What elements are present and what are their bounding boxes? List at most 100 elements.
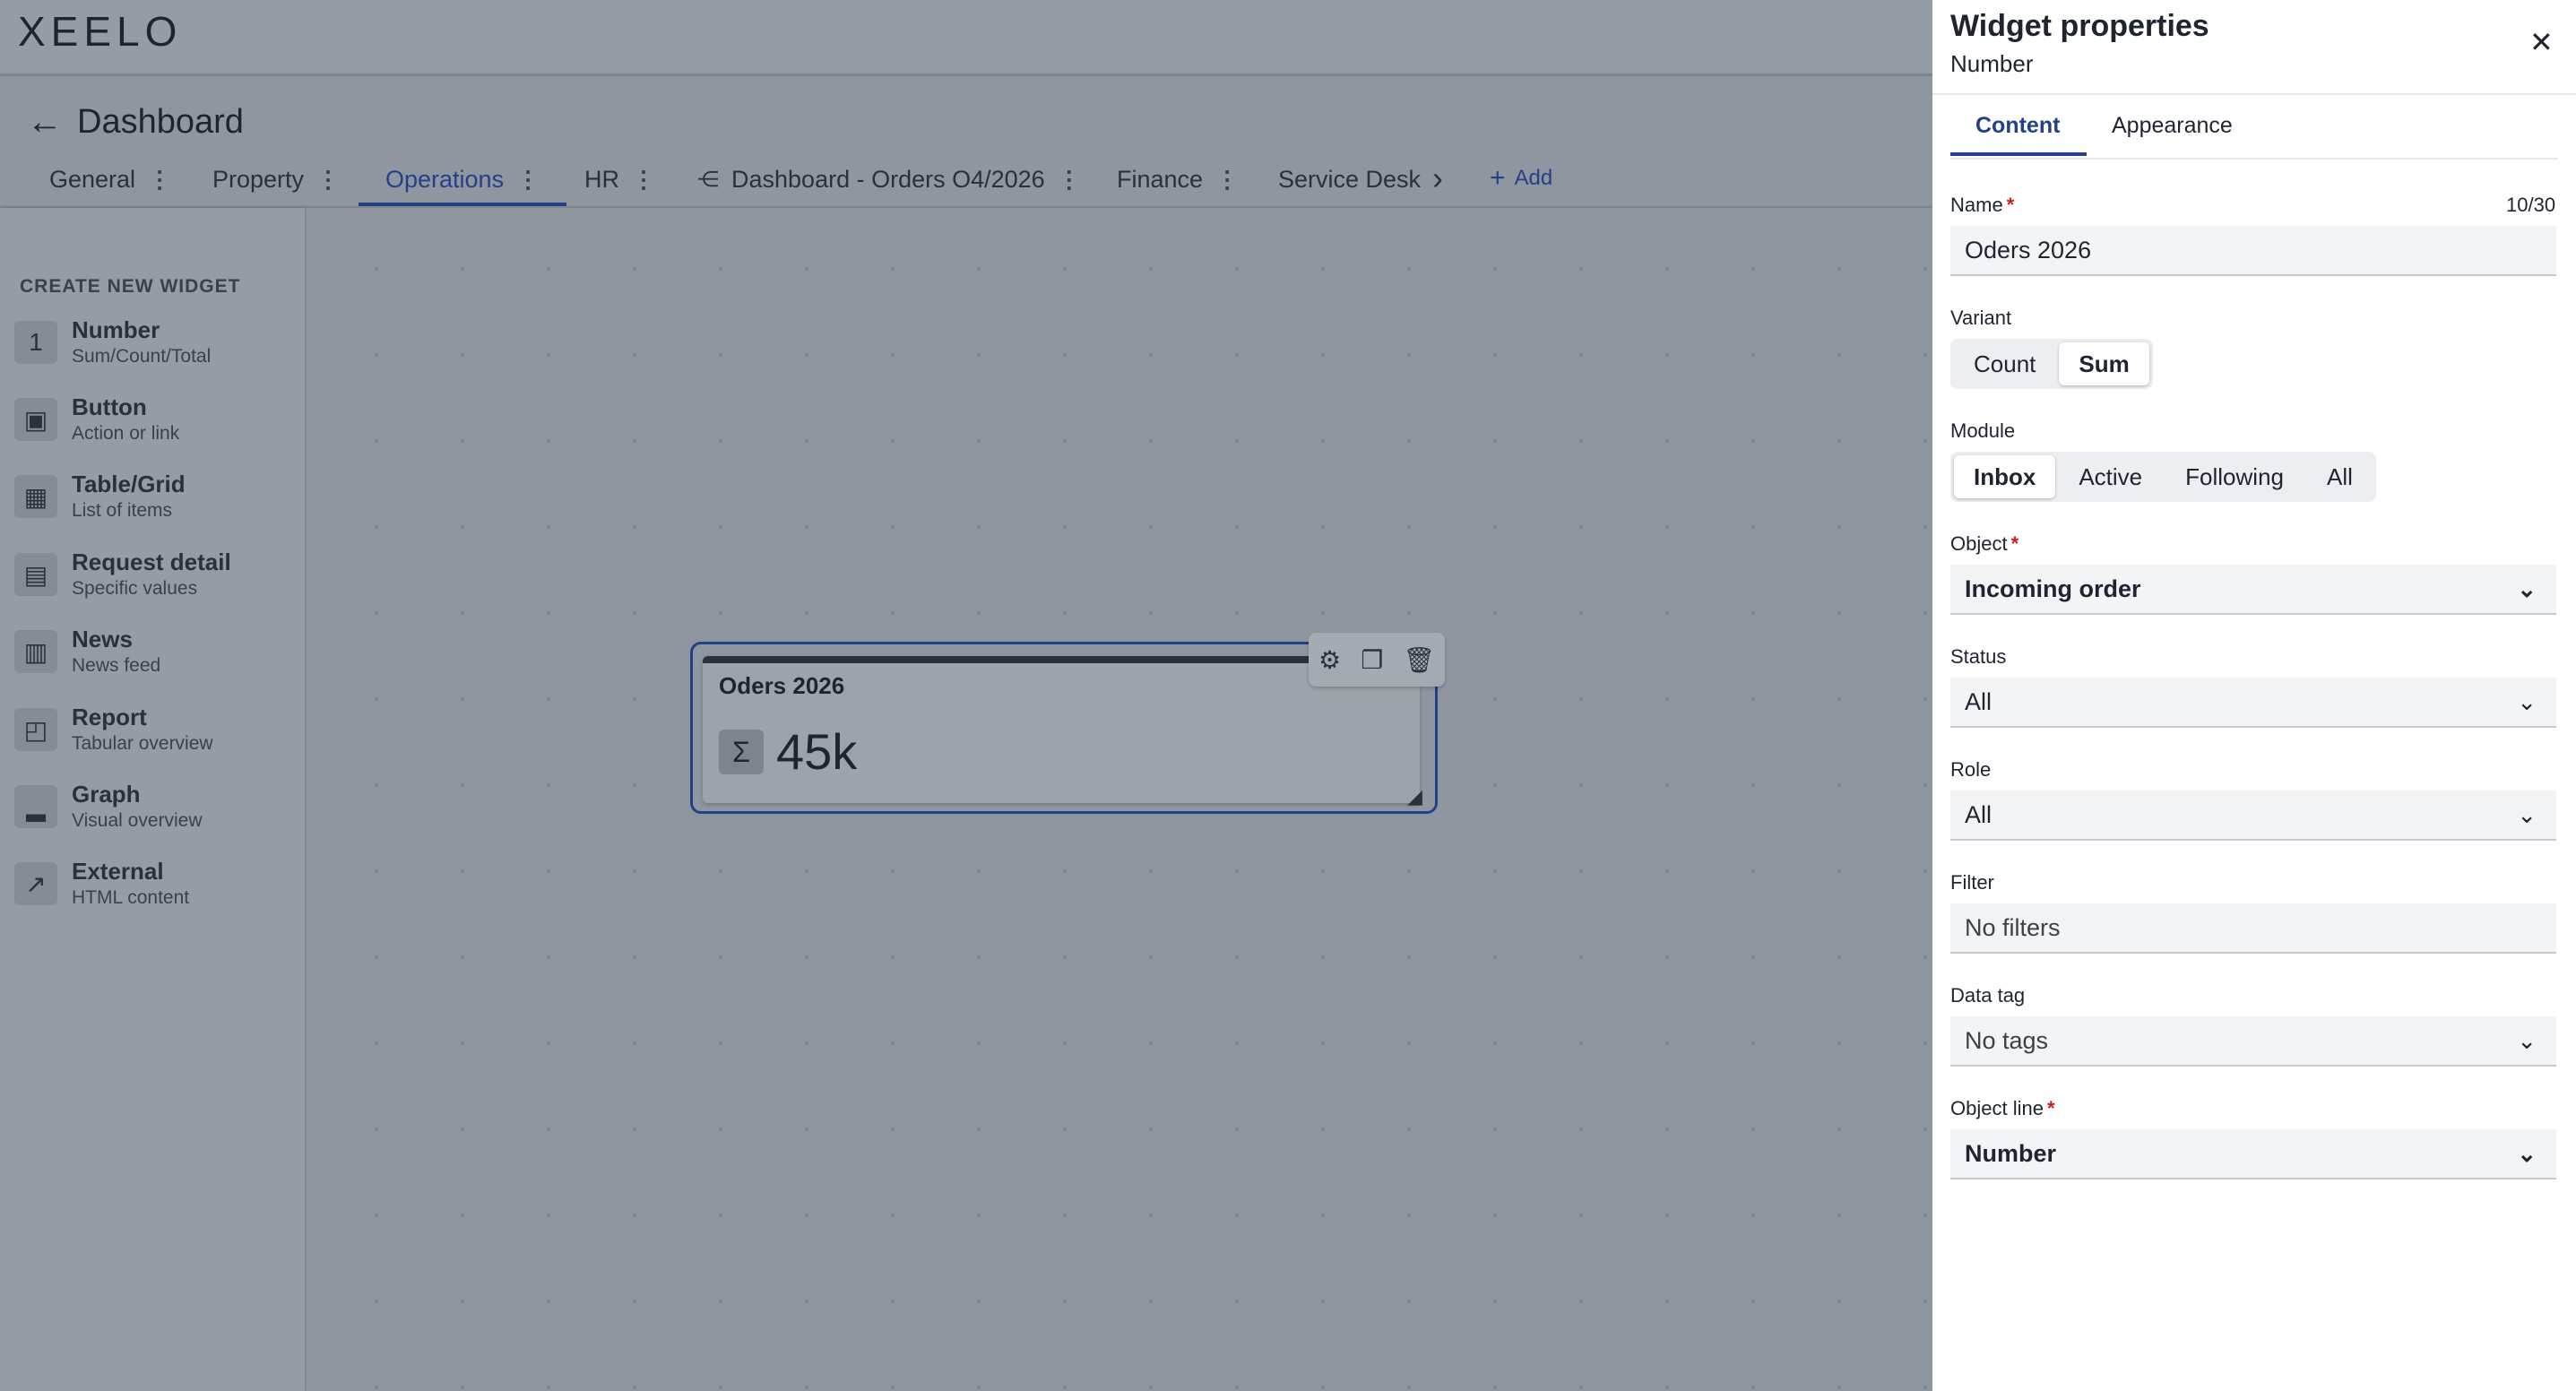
object-label: Object * [1950,532,2019,555]
required-mark: * [2046,1097,2055,1119]
active-tab-indicator [1950,152,2087,156]
tab-dashboard-orders[interactable]: ⋲ Dashboard - Orders O4/2026 ⋮ [697,154,1081,204]
variant-segmented-control: Count Sum [1950,339,2153,389]
sidebar-item-subtitle: Visual overview [72,810,203,831]
role-label: Role [1950,758,1992,781]
sidebar-item-subtitle: HTML content [72,887,190,908]
variant-label: Variant [1950,307,2012,329]
sidebar-item-table-grid[interactable]: ▦ Table/Grid List of items [14,470,292,538]
panel-tabs: Content Appearance [1950,95,2558,160]
sidebar-item-subtitle: News feed [72,655,161,676]
module-label: Module [1950,419,2016,442]
chevron-down-icon: ⌄ [2517,575,2537,602]
sidebar-item-number[interactable]: 1 Number Sum/Count/Total [14,315,292,384]
role-select[interactable]: All ⌄ [1950,791,2556,841]
name-input[interactable]: Oders 2026 [1950,226,2556,276]
tabs-scroll-right-icon[interactable]: › [1432,160,1443,197]
name-label: Name * [1950,194,2015,216]
sidebar-item-title: External [72,858,164,885]
object-line-select[interactable]: Number ⌄ [1950,1129,2556,1179]
sidebar-item-button[interactable]: ▣ Button Action or link [14,393,292,461]
sidebar-item-title: Report [72,704,147,730]
tab-menu-icon[interactable]: ⋮ [1215,166,1239,194]
data-tag-label: Data tag [1950,984,2026,1007]
variant-option-sum[interactable]: Sum [2059,342,2149,385]
required-mark: * [2010,532,2019,555]
news-icon: ▥ [14,630,57,673]
tab-menu-icon[interactable]: ⋮ [1058,166,1081,194]
tab-appearance[interactable]: Appearance [2112,113,2233,139]
panel-title: Widget properties [1950,9,2209,43]
sidebar-item-news[interactable]: ▥ News News feed [14,625,292,693]
page-title: Dashboard [77,103,244,141]
tab-content[interactable]: Content [1975,113,2060,139]
external-link-icon: ↗ [14,862,57,905]
widget-title: Oders 2026 [719,672,845,699]
back-arrow-icon[interactable]: ← [27,100,63,143]
sigma-icon: Σ [719,730,764,774]
sidebar-item-title: Table/Grid [72,471,186,497]
tab-hr[interactable]: HR ⋮ [584,154,655,204]
sidebar-item-report[interactable]: ◰ Report Tabular overview [14,703,292,771]
object-line-label: Object line * [1950,1097,2055,1119]
trash-icon[interactable]: 🗑 [1403,645,1435,675]
tab-finance[interactable]: Finance ⋮ [1117,154,1239,204]
plus-icon: + [1490,163,1506,193]
app-logo: XEELO [18,8,183,55]
graph-icon: ▂ [14,785,57,828]
settings-icon[interactable]: ⚙ [1318,645,1341,675]
sidebar-item-title: Graph [72,781,141,808]
module-option-following[interactable]: Following [2165,455,2304,498]
name-char-counter: 10/30 [2506,194,2556,216]
module-segmented-control: Inbox Active Following All [1950,452,2376,502]
tab-menu-icon[interactable]: ⋮ [632,166,655,194]
required-mark: * [2006,194,2015,216]
filter-label: Filter [1950,871,1994,894]
add-tab-button[interactable]: + Add [1490,163,1552,194]
widget-toolbar: ⚙ ❐ 🗑 [1309,633,1445,687]
tab-service-desk[interactable]: Service Desk [1278,154,1421,204]
data-tag-select[interactable]: No tags ⌄ [1950,1016,2556,1067]
tab-operations[interactable]: Operations ⋮ [358,154,567,206]
chevron-down-icon: ⌄ [2517,688,2537,715]
object-select[interactable]: Incoming order ⌄ [1950,565,2556,615]
report-icon: ◰ [14,708,57,751]
filter-field[interactable]: No filters [1950,903,2556,954]
status-label: Status [1950,645,2007,668]
resize-handle-icon[interactable]: ◢ [1407,785,1422,808]
tab-menu-icon[interactable]: ⋮ [516,166,540,194]
module-option-all[interactable]: All [2307,455,2373,498]
close-icon[interactable]: ✕ [2529,25,2554,59]
sidebar-item-external[interactable]: ↗ External HTML content [14,857,292,925]
duplicate-icon[interactable]: ❐ [1361,645,1383,675]
sidebar-item-subtitle: Sum/Count/Total [72,346,212,367]
widget-value: 45k [776,723,858,780]
sidebar-item-title: Button [72,393,147,420]
status-select[interactable]: All ⌄ [1950,678,2556,728]
module-option-active[interactable]: Active [2059,455,2162,498]
tab-general[interactable]: General ⋮ [49,154,171,204]
panel-subtitle: Number [1950,50,2034,77]
sidebar-item-request-detail[interactable]: ▤ Request detail Specific values [14,548,292,616]
top-bar [0,0,1932,76]
request-detail-icon: ▤ [14,553,57,596]
sidebar-item-subtitle: List of items [72,500,173,521]
chevron-down-icon: ⌄ [2517,801,2537,828]
sidebar-item-title: Request detail [72,549,231,575]
tab-menu-icon[interactable]: ⋮ [316,166,340,194]
widget-sidebar: CREATE NEW WIDGET 1 Number Sum/Count/Tota… [0,208,305,1391]
variant-option-count[interactable]: Count [1954,342,2055,385]
sidebar-heading: CREATE NEW WIDGET [20,276,241,297]
share-icon: ⋲ [697,167,719,192]
chevron-down-icon: ⌄ [2517,1027,2537,1054]
module-option-inbox[interactable]: Inbox [1954,455,2056,498]
sidebar-item-title: News [72,626,133,652]
table-icon: ▦ [14,475,57,518]
sidebar-item-graph[interactable]: ▂ Graph Visual overview [14,780,292,848]
widget-properties-panel: Widget properties Number ✕ Content Appea… [1932,0,2576,1391]
tab-property[interactable]: Property ⋮ [212,154,340,204]
dashboard-tabs: General ⋮ Property ⋮ Operations ⋮ HR ⋮ ⋲ Dash… [0,154,1932,208]
tab-menu-icon[interactable]: ⋮ [148,166,171,194]
sidebar-item-title: Number [72,316,160,343]
sidebar-item-subtitle: Tabular overview [72,733,213,754]
